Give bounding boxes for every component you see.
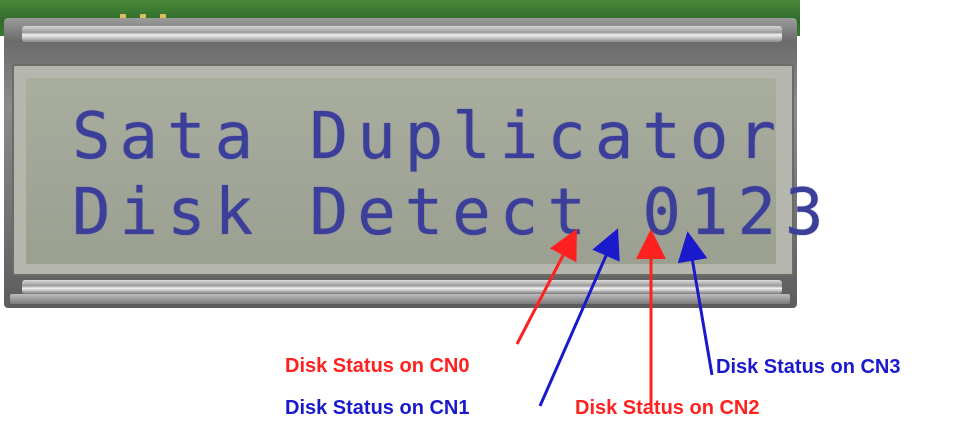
arrow-cn3 [677, 231, 714, 376]
label-cn0: Disk Status on CN0 [285, 355, 470, 377]
arrow-cn1 [538, 228, 620, 407]
label-cn3: Disk Status on CN3 [716, 356, 901, 378]
label-cn2: Disk Status on CN2 [575, 397, 760, 419]
label-cn1: Disk Status on CN1 [285, 397, 470, 419]
arrow-cn0 [515, 228, 577, 345]
